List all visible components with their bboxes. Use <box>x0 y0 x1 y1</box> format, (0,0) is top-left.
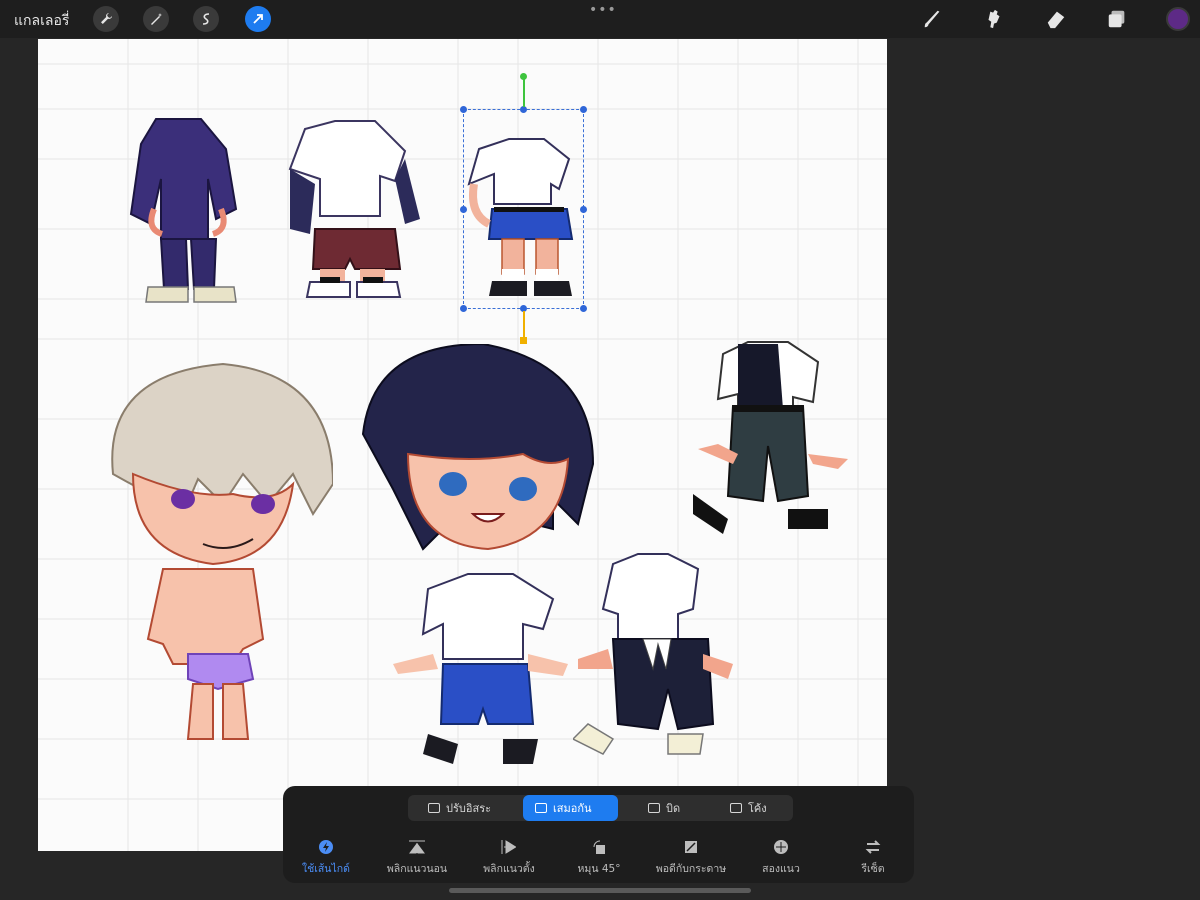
selection-handle[interactable] <box>520 106 527 113</box>
snap-icon <box>280 838 372 856</box>
color-swatch[interactable] <box>1166 7 1190 31</box>
transform-mode-bar: ปรับอิสระ เสมอกัน บิด โค้ง <box>408 795 793 821</box>
bilinear-button[interactable]: สองแนว <box>735 838 827 877</box>
rotate-handle[interactable] <box>520 73 527 80</box>
selection-handle[interactable] <box>460 206 467 213</box>
flip-horizontal-icon <box>371 838 463 856</box>
layers-icon[interactable] <box>1105 7 1129 31</box>
transform-panel: ปรับอิสระ เสมอกัน บิด โค้ง ใช้เส้นไกด์ พ… <box>283 786 914 883</box>
flip-vertical-button[interactable]: พลิกแนวตั้ง <box>463 838 555 877</box>
mode-distort[interactable]: บิด <box>636 795 706 821</box>
wrench-icon[interactable] <box>93 6 119 32</box>
white-shirt-maroon-shorts-outfit[interactable] <box>285 119 425 319</box>
snap-button[interactable]: ใช้เส้นไกด์ <box>280 838 372 877</box>
home-indicator[interactable] <box>449 888 751 893</box>
mode-warp[interactable]: โค้ง <box>718 795 788 821</box>
selection-handle[interactable] <box>580 106 587 113</box>
reset-icon <box>827 838 919 856</box>
distort-icon <box>648 803 660 813</box>
fit-to-canvas-icon <box>645 838 737 856</box>
freeform-icon <box>428 803 440 813</box>
selection-bounding-box[interactable] <box>463 109 584 309</box>
fit-to-canvas-button[interactable]: พอดีกับกระดาษ <box>645 838 737 877</box>
bilinear-icon <box>735 838 827 856</box>
eraser-icon[interactable] <box>1044 7 1068 31</box>
uniform-icon <box>535 803 547 813</box>
rotate-line <box>523 77 525 107</box>
blonde-chibi-boy[interactable] <box>93 354 333 754</box>
warp-line <box>523 311 525 339</box>
mode-uniform[interactable]: เสมอกัน <box>523 795 618 821</box>
selection-handle[interactable] <box>460 106 467 113</box>
rotate-45-icon <box>553 838 645 856</box>
selection-handle[interactable] <box>580 305 587 312</box>
magic-wand-icon[interactable] <box>143 6 169 32</box>
selection-icon[interactable] <box>193 6 219 32</box>
gallery-button[interactable]: แกลเลอรี่ <box>14 10 69 32</box>
dark-haired-chibi-boy-in-uniform[interactable] <box>353 344 603 764</box>
smudge-icon[interactable] <box>982 7 1006 31</box>
white-shirt-black-pants-outfit[interactable] <box>573 544 743 759</box>
selection-handle[interactable] <box>580 206 587 213</box>
rotate-45-button[interactable]: หมุน 45° <box>553 838 645 877</box>
warp-icon <box>730 803 742 813</box>
warp-handle[interactable] <box>520 337 527 344</box>
flip-horizontal-button[interactable]: พลิกแนวนอน <box>371 838 463 877</box>
reset-button[interactable]: รีเซ็ต <box>827 838 919 877</box>
flip-vertical-icon <box>463 838 555 856</box>
top-toolbar: แกลเลอรี่ ••• <box>0 0 1200 38</box>
more-options-dots[interactable]: ••• <box>589 2 617 18</box>
mode-freeform[interactable]: ปรับอิสระ <box>416 795 516 821</box>
navy-jacket-outfit[interactable] <box>126 109 251 319</box>
selection-handle[interactable] <box>460 305 467 312</box>
transform-arrow-icon[interactable] <box>245 6 271 32</box>
brush-icon[interactable] <box>921 7 945 31</box>
black-vest-green-shorts-outfit[interactable] <box>693 334 858 549</box>
drawing-canvas[interactable] <box>38 39 887 851</box>
